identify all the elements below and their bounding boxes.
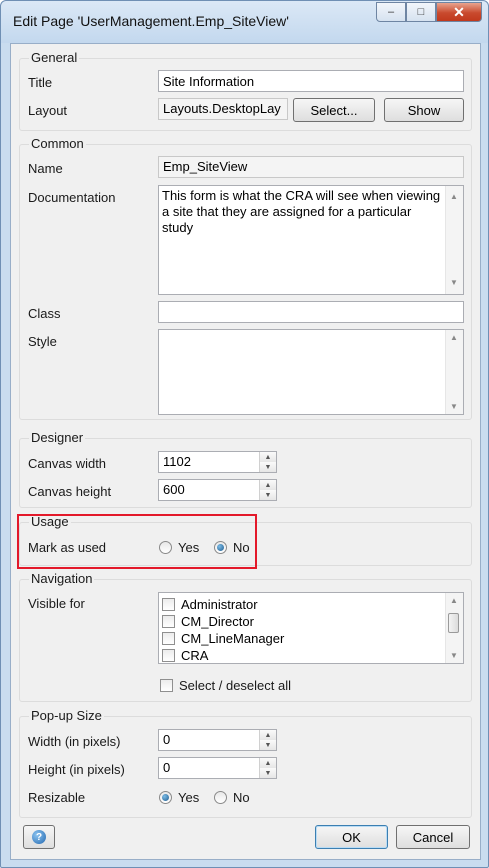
role-label: CM_Director: [181, 614, 254, 629]
popup-size-heading: Pop-up Size: [29, 708, 104, 723]
spin-down-icon[interactable]: ▼: [260, 740, 276, 750]
scroll-up-icon: ▲: [450, 596, 458, 605]
cancel-button[interactable]: Cancel: [396, 825, 470, 849]
canvas-width-spin-buttons[interactable]: ▲ ▼: [259, 452, 276, 472]
select-layout-button[interactable]: Select...: [293, 98, 375, 122]
popup-width-value: 0: [163, 732, 171, 747]
common-heading: Common: [29, 136, 86, 151]
popup-height-spinner[interactable]: 0 ▲ ▼: [158, 757, 277, 779]
window-title: Edit Page 'UserManagement.Emp_SiteView': [13, 13, 289, 29]
resizable-no-radio[interactable]: [214, 791, 227, 804]
scroll-up-icon: ▲: [450, 333, 458, 342]
list-item[interactable]: CRA: [162, 647, 208, 664]
ok-button[interactable]: OK: [315, 825, 388, 849]
caption-buttons: – □ ✕: [376, 2, 482, 22]
canvas-height-spinner[interactable]: 600 ▲ ▼: [158, 479, 277, 501]
roles-list[interactable]: Administrator CM_Director CM_LineManager…: [158, 592, 464, 664]
canvas-width-value: 1102: [163, 454, 191, 469]
scroll-down-icon: ▼: [450, 278, 458, 287]
designer-heading: Designer: [29, 430, 86, 445]
resizable-yes-label[interactable]: Yes: [178, 790, 199, 805]
general-heading: General: [29, 50, 80, 65]
spin-up-icon[interactable]: ▲: [260, 730, 276, 740]
class-label: Class: [28, 306, 61, 321]
layout-label: Layout: [28, 103, 68, 118]
role-checkbox[interactable]: [162, 598, 175, 611]
canvas-height-spin-buttons[interactable]: ▲ ▼: [259, 480, 276, 500]
title-bar[interactable]: Edit Page 'UserManagement.Emp_SiteView' …: [1, 1, 488, 43]
spin-up-icon[interactable]: ▲: [260, 758, 276, 768]
scroll-down-icon: ▼: [450, 651, 458, 660]
canvas-height-label: Canvas height: [28, 484, 112, 499]
scroll-down-icon: ▼: [450, 402, 458, 411]
class-input[interactable]: [158, 301, 464, 323]
spin-down-icon[interactable]: ▼: [260, 462, 276, 472]
help-icon: ?: [32, 830, 46, 844]
style-label: Style: [28, 334, 57, 349]
close-button[interactable]: ✕: [436, 2, 482, 22]
title-label: Title: [28, 75, 53, 90]
role-label: CM_LineManager: [181, 631, 285, 646]
popup-width-spinner[interactable]: 0 ▲ ▼: [158, 729, 277, 751]
canvas-width-label: Canvas width: [28, 456, 107, 471]
list-item[interactable]: Administrator: [162, 596, 258, 613]
list-item[interactable]: CM_Director: [162, 613, 254, 630]
maximize-button[interactable]: □: [406, 2, 436, 22]
documentation-scrollbar[interactable]: ▲ ▼: [445, 186, 463, 294]
documentation-text: This form is what the CRA will see when …: [162, 188, 441, 235]
role-checkbox[interactable]: [162, 615, 175, 628]
role-label: CRA: [181, 648, 209, 663]
close-icon: ✕: [453, 3, 465, 20]
role-label: Administrator: [181, 597, 258, 612]
style-textarea[interactable]: ▲ ▼: [158, 329, 464, 415]
minimize-icon: –: [387, 6, 395, 18]
popup-height-spin-buttons[interactable]: ▲ ▼: [259, 758, 276, 778]
spin-up-icon[interactable]: ▲: [260, 452, 276, 462]
list-item[interactable]: CM_LineManager: [162, 630, 284, 647]
popup-width-label: Width (in pixels): [28, 734, 121, 749]
popup-height-value: 0: [163, 760, 171, 775]
visible-for-label: Visible for: [28, 596, 85, 611]
roles-scrollbar[interactable]: ▲ ▼: [445, 593, 463, 663]
name-label: Name: [28, 161, 63, 176]
role-checkbox[interactable]: [162, 649, 175, 662]
minimize-button[interactable]: –: [376, 2, 406, 22]
help-button[interactable]: ?: [23, 825, 55, 849]
popup-width-spin-buttons[interactable]: ▲ ▼: [259, 730, 276, 750]
spin-up-icon[interactable]: ▲: [260, 480, 276, 490]
navigation-heading: Navigation: [29, 571, 95, 586]
canvas-height-value: 600: [163, 482, 185, 497]
style-scrollbar[interactable]: ▲ ▼: [445, 330, 463, 414]
highlight-box: [17, 514, 257, 569]
popup-height-label: Height (in pixels): [28, 762, 125, 777]
dialog-window: Edit Page 'UserManagement.Emp_SiteView' …: [0, 0, 489, 868]
resizable-yes-radio[interactable]: [159, 791, 172, 804]
title-input[interactable]: [158, 70, 464, 92]
role-checkbox[interactable]: [162, 632, 175, 645]
canvas-width-spinner[interactable]: 1102 ▲ ▼: [158, 451, 277, 473]
resizable-label: Resizable: [28, 790, 86, 805]
spin-down-icon[interactable]: ▼: [260, 490, 276, 500]
scroll-up-icon: ▲: [450, 192, 458, 201]
layout-field: Layouts.DesktopLay: [158, 98, 288, 120]
documentation-textarea[interactable]: This form is what the CRA will see when …: [158, 185, 464, 295]
name-field: Emp_SiteView: [158, 156, 464, 178]
maximize-icon: □: [417, 6, 425, 18]
scroll-thumb[interactable]: [448, 613, 459, 633]
resizable-no-label[interactable]: No: [233, 790, 250, 805]
documentation-label: Documentation: [28, 190, 116, 205]
select-all-label[interactable]: Select / deselect all: [179, 678, 291, 693]
dialog-body: General Title Layout Layouts.DesktopLay …: [10, 43, 481, 860]
spin-down-icon[interactable]: ▼: [260, 768, 276, 778]
select-all-checkbox[interactable]: [160, 679, 173, 692]
show-layout-button[interactable]: Show: [384, 98, 464, 122]
